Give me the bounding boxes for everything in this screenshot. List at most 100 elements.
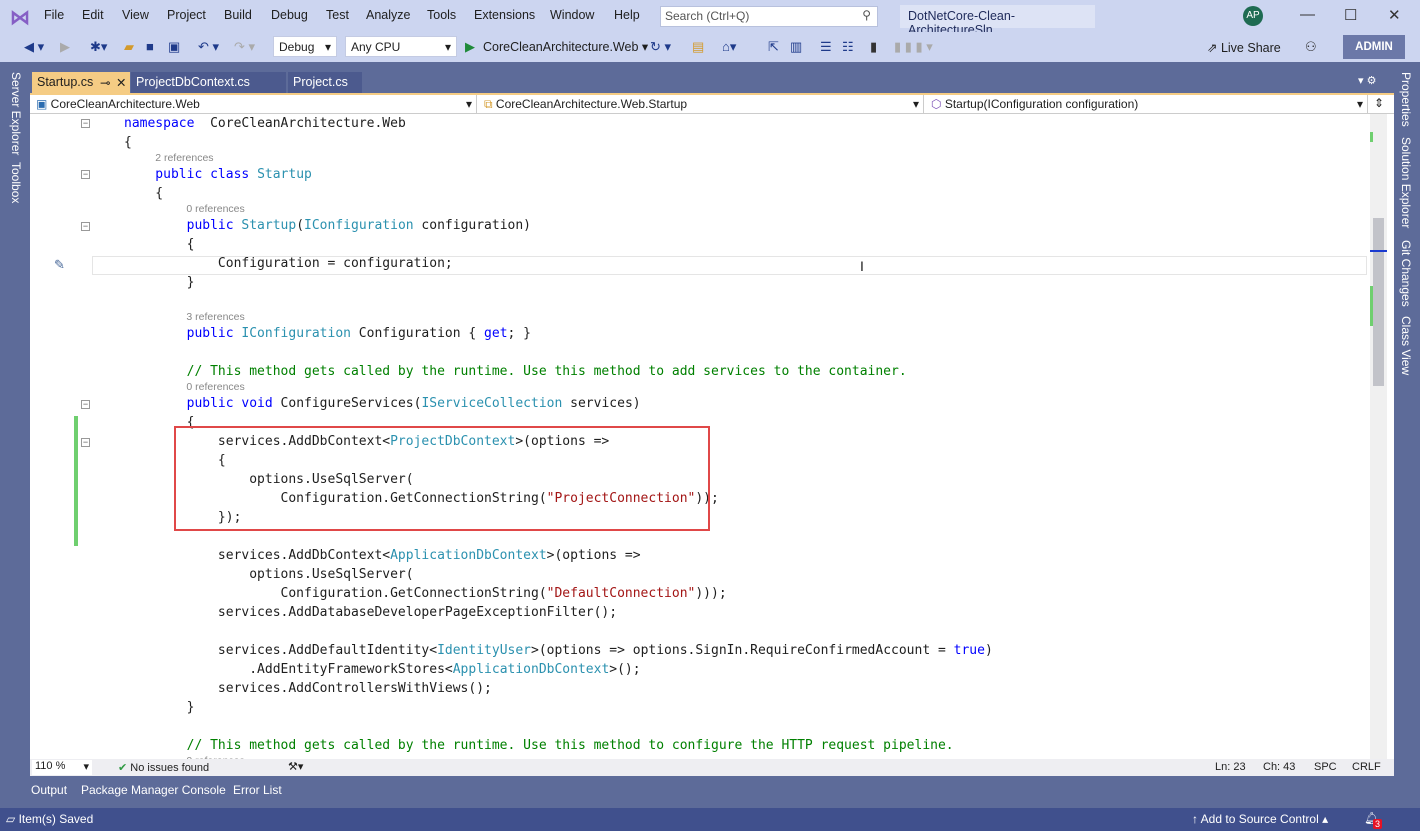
collapse-icon[interactable]: − <box>81 119 90 128</box>
scrollbar-thumb[interactable] <box>1373 218 1384 386</box>
code-token: public <box>124 326 242 341</box>
forward-icon[interactable]: ▶ <box>60 39 70 55</box>
quick-actions-icon[interactable]: ✎ <box>54 257 65 273</box>
prev-bookmark-icon[interactable]: ▮ ▮ ▮ ▾ <box>894 39 933 55</box>
configuration-select[interactable]: Debug ▾ <box>273 36 337 57</box>
split-icon[interactable]: ⇕ <box>1374 96 1384 110</box>
output-tab[interactable]: Output <box>31 783 67 797</box>
vertical-scrollbar[interactable] <box>1370 114 1387 759</box>
new-project-icon[interactable]: ✱▾ <box>90 39 107 55</box>
error-list-tab[interactable]: Error List <box>233 783 282 797</box>
undo-icon[interactable]: ↶ ▾ <box>198 39 219 55</box>
codelens-references[interactable]: 0 references <box>124 203 993 216</box>
code-token: >(options => <box>546 548 641 563</box>
maximize-button[interactable]: ☐ <box>1344 6 1357 24</box>
platform-select[interactable]: Any CPU ▾ <box>345 36 457 57</box>
menu-help[interactable]: Help <box>614 8 640 22</box>
close-tab-icon[interactable]: ✕ <box>116 75 126 90</box>
add-to-source-control-button[interactable]: ↑ Add to Source Control ▴ <box>1192 812 1328 826</box>
menu-debug[interactable]: Debug <box>271 8 308 22</box>
share-icon: ⇗ <box>1207 41 1221 55</box>
code-token: >(options => options.SignIn.RequireConfi… <box>531 643 954 658</box>
live-share-button[interactable]: ⇗ Live Share <box>1207 40 1281 55</box>
menu-tools[interactable]: Tools <box>427 8 456 22</box>
menu-test[interactable]: Test <box>326 8 349 22</box>
tab-project-cs[interactable]: Project.cs <box>288 72 362 93</box>
code-token: IConfiguration <box>241 326 351 341</box>
codelens-references[interactable]: 2 references <box>124 152 993 165</box>
back-icon[interactable]: ◀ ▾ <box>24 39 44 55</box>
collapse-icon[interactable]: − <box>81 438 90 447</box>
tab-options-icon[interactable]: ▾ ⚙ <box>1358 74 1376 87</box>
code-token: Startup <box>257 167 312 182</box>
home-icon[interactable]: ⌂▾ <box>722 39 736 55</box>
project-icon: ▣ <box>36 97 51 111</box>
project-select[interactable]: ▣ CoreCleanArchitecture.Web ▾ <box>30 95 477 114</box>
solution-explorer-tab[interactable]: Solution Explorer <box>1399 137 1413 228</box>
startup-project-button[interactable]: CoreCleanArchitecture.Web ▾ <box>483 39 648 54</box>
bookmark-icon[interactable]: ▮ <box>870 39 877 55</box>
comment-icon[interactable]: ☷ <box>842 39 854 55</box>
code-token: ; } <box>507 326 532 341</box>
notification-count: 3 <box>1373 819 1383 829</box>
server-explorer-tab[interactable]: Server Explorer <box>9 72 23 155</box>
package-manager-console-tab[interactable]: Package Manager Console <box>81 783 226 797</box>
pin-icon[interactable]: ⊸ <box>100 75 110 90</box>
codelens-references[interactable]: 0 references <box>124 381 993 394</box>
start-icon[interactable]: ▶ <box>465 39 475 55</box>
zoom-select[interactable]: 110 % ▾ <box>32 760 92 775</box>
menu-build[interactable]: Build <box>224 8 252 22</box>
codelens-references[interactable]: 3 references <box>124 311 993 324</box>
outdent-icon[interactable]: ☰ <box>820 39 832 55</box>
feedback-icon[interactable]: ⚇ <box>1305 39 1317 55</box>
refresh-icon[interactable]: ↻ ▾ <box>650 39 671 55</box>
type-select[interactable]: ⧉ CoreCleanArchitecture.Web.Startup ▾ <box>478 95 924 114</box>
search-input[interactable]: Search (Ctrl+Q) ⚲ <box>660 6 878 27</box>
admin-badge[interactable]: ADMIN <box>1343 35 1405 59</box>
menu-extensions[interactable]: Extensions <box>474 8 535 22</box>
minimize-button[interactable]: — <box>1300 6 1315 23</box>
indent-mode[interactable]: SPC <box>1314 761 1337 773</box>
properties-tab[interactable]: Properties <box>1399 72 1413 127</box>
right-tool-strip: Properties Solution Explorer Git Changes… <box>1394 62 1420 808</box>
git-changes-tab[interactable]: Git Changes <box>1399 240 1413 307</box>
tab-startup-cs[interactable]: Startup.cs ⊸ ✕ <box>32 72 130 93</box>
open-folder-icon[interactable]: ▰ <box>124 39 134 55</box>
collapse-icon[interactable]: − <box>81 400 90 409</box>
select-icon[interactable]: ⇱ <box>768 39 779 55</box>
member-select[interactable]: ⬡ Startup(IConfiguration configuration) ▾ <box>925 95 1368 114</box>
line-ending[interactable]: CRLF <box>1352 761 1381 773</box>
collapse-icon[interactable]: − <box>81 222 90 231</box>
notifications-button[interactable]: 🔔︎ 3 <box>1364 811 1383 829</box>
menu-project[interactable]: Project <box>167 8 206 22</box>
redo-icon[interactable]: ↷ ▾ <box>234 39 255 55</box>
visual-studio-logo-icon: ⋈ <box>10 7 30 29</box>
menu-file[interactable]: File <box>44 8 64 22</box>
save-all-icon[interactable]: ▣ <box>168 39 180 55</box>
save-icon[interactable]: ■ <box>146 39 154 54</box>
toolbox-tab[interactable]: Toolbox <box>9 162 23 203</box>
code-line: } <box>124 698 993 717</box>
layout-icon[interactable]: ▥ <box>790 39 802 55</box>
tab-projectdbcontext-cs[interactable]: ProjectDbContext.cs <box>131 72 286 93</box>
code-token: IdentityUser <box>437 643 531 658</box>
code-token: "DefaultConnection" <box>546 586 696 601</box>
cleanup-icon[interactable]: ⚒▾ <box>288 760 303 773</box>
menu-analyze[interactable]: Analyze <box>366 8 410 22</box>
menu-edit[interactable]: Edit <box>82 8 104 22</box>
menu-view[interactable]: View <box>122 8 149 22</box>
close-button[interactable]: ✕ <box>1388 6 1401 24</box>
code-token: Configuration { <box>350 326 485 341</box>
status-icon: ▱ <box>6 812 19 826</box>
code-line: services.AddDbContext<ApplicationDbConte… <box>124 546 993 565</box>
find-files-icon[interactable]: ▤ <box>692 39 704 55</box>
collapse-icon[interactable]: − <box>81 170 90 179</box>
avatar[interactable]: AP <box>1243 6 1263 26</box>
code-editor[interactable]: ✎ − − − − − namespace CoreCleanArchitect… <box>30 114 1394 759</box>
code-token: ConfigureServices( <box>280 396 422 411</box>
class-view-tab[interactable]: Class View <box>1399 316 1413 375</box>
menu-window[interactable]: Window <box>550 8 594 22</box>
issues-indicator[interactable]: ✔ No issues found <box>118 761 209 774</box>
code-token: ( <box>296 218 305 233</box>
